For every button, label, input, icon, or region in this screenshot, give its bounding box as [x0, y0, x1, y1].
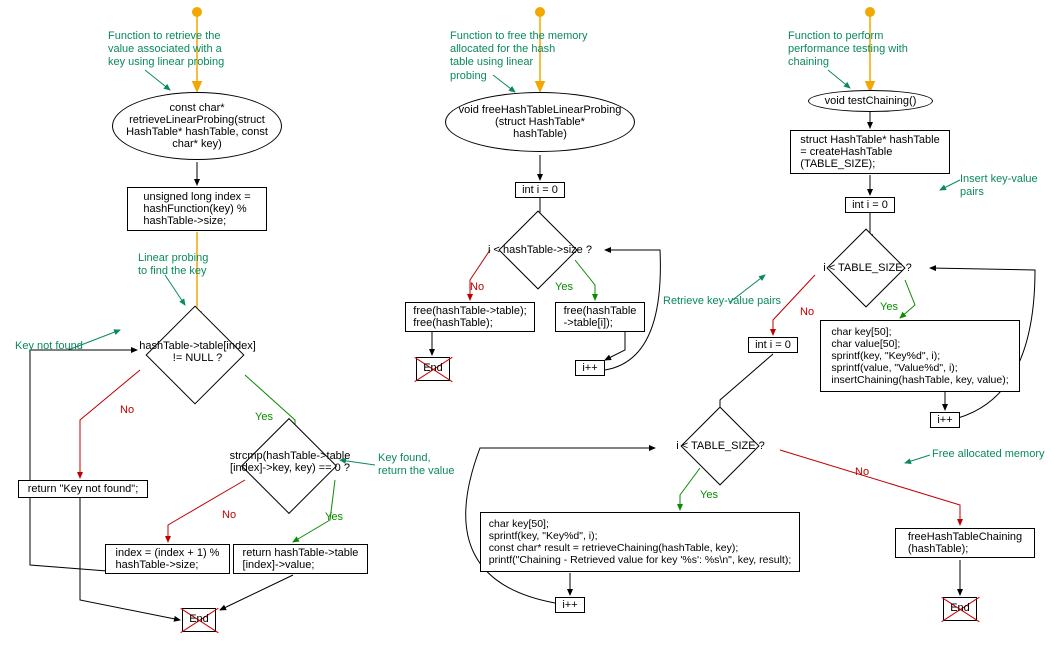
label-yes: Yes — [255, 411, 273, 423]
fc2-box-no: free(hashTable->table); free(hashTable); — [405, 302, 535, 332]
fc2-ipp: i++ — [575, 360, 605, 376]
fc3-retrieve-block: char key[50]; sprintf(key, "Key%d", i); … — [480, 512, 800, 572]
fc3-ipp1: i++ — [930, 412, 960, 428]
label-no: No — [120, 404, 134, 416]
start-dot — [535, 7, 545, 17]
fc3-insert-block: char key[50]; char value[50]; sprintf(ke… — [820, 320, 1020, 392]
annot-fc3-title: Function to perform performance testing … — [788, 30, 938, 70]
start-dot — [192, 7, 202, 17]
fc3-i0: int i = 0 — [845, 197, 895, 213]
label-no: No — [222, 509, 236, 521]
annot-fc3-free: Free allocated memory — [932, 448, 1045, 461]
annot-fc1-found: Key found, return the value — [378, 452, 454, 478]
label-yes: Yes — [325, 511, 343, 523]
annot-fc2-title: Function to free the memory allocated fo… — [450, 30, 610, 83]
label-yes: Yes — [700, 489, 718, 501]
label-yes: Yes — [555, 281, 573, 293]
fc2-box-yes: free(hashTable ->table[i]); — [555, 302, 645, 332]
fc3-ipp2: i++ — [555, 597, 585, 613]
fc2-end-label: End — [416, 362, 450, 374]
start-dot — [865, 7, 875, 17]
label-no: No — [855, 466, 869, 478]
fc3-i0-2: int i = 0 — [748, 337, 798, 353]
fc2-diamond-text: i < hashTable->size ? — [480, 244, 600, 256]
annot-fc3-retrieve: Retrieve key-value pairs — [663, 295, 781, 308]
fc3-diamond1-text: i < TABLE_SIZE ? — [815, 262, 920, 274]
annot-fc1-probe: Linear probing to find the key — [138, 252, 208, 278]
fc2-start: void freeHashTableLinearProbing (struct … — [445, 92, 635, 152]
annot-fc3-insert: Insert key-value pairs — [960, 173, 1051, 199]
fc3-start: void testChaining() — [808, 90, 933, 112]
fc3-end2-label: End — [943, 602, 977, 614]
fc3-free: freeHashTableChaining (hashTable); — [895, 528, 1035, 558]
annot-fc1-title: Function to retrieve the value associate… — [108, 30, 258, 70]
fc3-create: struct HashTable* hashTable = createHash… — [790, 130, 950, 174]
label-yes: Yes — [880, 301, 898, 313]
fc1-ret-value: return hashTable->table [index]->value; — [233, 544, 368, 574]
annot-fc1-notfound: Key not found — [15, 340, 83, 353]
fc1-box-index: unsigned long index = hashFunction(key) … — [127, 187, 267, 231]
fc1-diamond-null-text: hashTable->table[index] != NULL ? — [130, 340, 265, 364]
fc1-end-label: End — [182, 613, 216, 625]
fc1-diamond-strcmp-text: strcmp(hashTable->table [index]->key, ke… — [215, 450, 365, 474]
fc2-i0: int i = 0 — [515, 182, 565, 198]
fc1-inc-index: index = (index + 1) % hashTable->size; — [105, 544, 230, 574]
label-no: No — [800, 306, 814, 318]
fc3-diamond2-text: i < TABLE_SIZE ? — [668, 440, 773, 452]
fc1-ret-notfound: return "Key not found"; — [18, 480, 148, 498]
fc1-start: const char* retrieveLinearProbing(struct… — [112, 92, 282, 160]
label-no: No — [470, 281, 484, 293]
